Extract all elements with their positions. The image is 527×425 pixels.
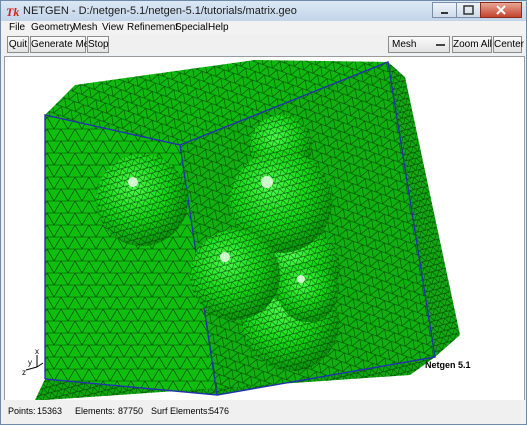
minimize-icon (441, 12, 448, 14)
stop-button[interactable]: Stop (87, 36, 109, 53)
mode-select-value: Mesh (392, 39, 417, 50)
menu-special[interactable]: Special (175, 22, 208, 33)
menu-refinement[interactable]: Refinement (127, 22, 178, 33)
center-button[interactable]: Center (493, 36, 524, 53)
points-value: 15363 (37, 406, 63, 416)
version-label: Netgen 5.1 (425, 360, 471, 370)
close-button[interactable] (480, 2, 522, 18)
menu-view[interactable]: View (102, 22, 124, 33)
generate-mesh-button[interactable]: Generate Mesh (30, 36, 100, 53)
axis-y-label: y (28, 358, 32, 367)
quit-button[interactable]: Quit (7, 36, 29, 53)
axis-z-label: z (22, 368, 26, 377)
menu-bar: File Geometry Mesh View Refinement Speci… (1, 21, 526, 35)
app-window: Tk NETGEN - D:/netgen-5.1/netgen-5.1/tut… (0, 0, 527, 425)
dropdown-indicator-icon (436, 44, 445, 46)
surf-elements-label: Surf Elements: (151, 406, 211, 416)
title-bar: Tk NETGEN - D:/netgen-5.1/netgen-5.1/tut… (1, 1, 526, 21)
axis-x-label: x (35, 347, 39, 356)
surf-elements-value: 5476 (209, 406, 230, 416)
mode-select[interactable]: Mesh (388, 36, 450, 53)
elements-label: Elements: (75, 406, 116, 416)
axis-triad: x y z (22, 347, 44, 377)
menu-mesh[interactable]: Mesh (73, 22, 97, 33)
window-controls (432, 2, 522, 18)
zoom-all-button[interactable]: Zoom All (452, 36, 492, 53)
mesh-viewport[interactable]: x y z Netgen 5.1 (4, 56, 525, 401)
maximize-icon (463, 5, 474, 15)
close-icon (496, 5, 506, 15)
toolbar: Quit Generate Mesh Stop Mesh Zoom All Ce… (1, 35, 526, 54)
menu-geometry[interactable]: Geometry (31, 22, 75, 33)
menu-file[interactable]: File (9, 22, 25, 33)
maximize-button[interactable] (456, 2, 481, 18)
elements-value: 87750 (118, 406, 144, 416)
svg-text:Tk: Tk (6, 5, 19, 18)
points-label: Points: (8, 406, 36, 416)
status-bar: Points: 15363 Elements: 87750 Surf Eleme… (1, 400, 526, 424)
mesh-rendering: x y z Netgen 5.1 (22, 60, 471, 400)
menu-help[interactable]: Help (208, 22, 229, 33)
tk-feather-icon: Tk (6, 5, 19, 18)
minimize-button[interactable] (432, 2, 457, 18)
window-title: NETGEN - D:/netgen-5.1/netgen-5.1/tutori… (23, 5, 297, 17)
